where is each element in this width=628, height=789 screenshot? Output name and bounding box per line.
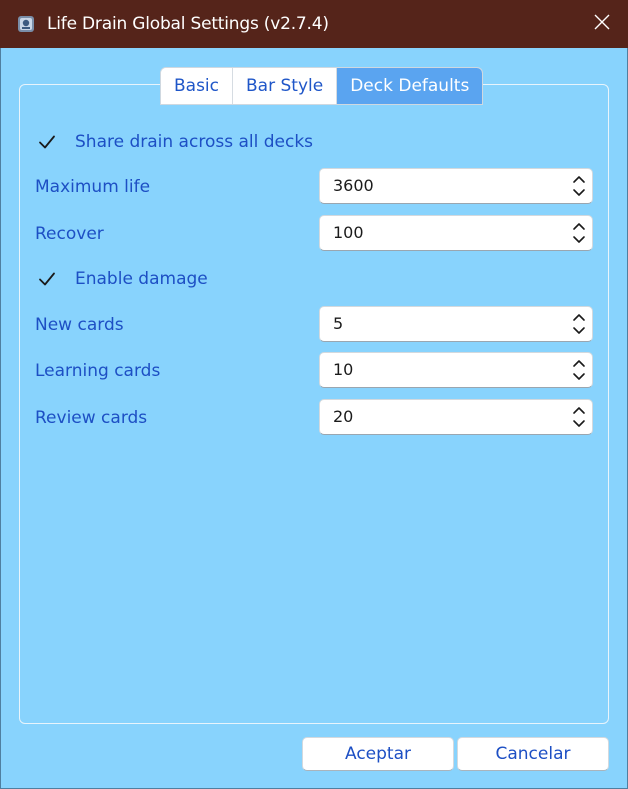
share-drain-checkbox[interactable]: Share drain across all decks [34, 128, 313, 156]
new-cards-value: 5 [333, 314, 344, 333]
new-cards-spinbox[interactable]: 5 [319, 306, 593, 342]
maximum-life-value: 3600 [333, 176, 374, 195]
spin-arrows-icon[interactable] [566, 216, 592, 250]
enable-damage-label: Enable damage [75, 269, 208, 289]
spin-arrows-icon[interactable] [566, 169, 592, 203]
window-title: Life Drain Global Settings (v2.7.4) [47, 14, 329, 34]
learning-cards-spinbox[interactable]: 10 [319, 352, 593, 388]
ok-button[interactable]: Aceptar [302, 737, 454, 771]
review-cards-value: 20 [333, 407, 354, 426]
recover-label: Recover [35, 224, 104, 244]
checkmark-icon [34, 129, 60, 155]
enable-damage-checkbox[interactable]: Enable damage [34, 265, 208, 293]
tab-bar-style[interactable]: Bar Style [233, 68, 338, 104]
spin-arrows-icon[interactable] [566, 353, 592, 387]
checkmark-icon [34, 266, 60, 292]
title-bar: Life Drain Global Settings (v2.7.4) [0, 0, 628, 48]
tab-basic[interactable]: Basic [161, 68, 234, 104]
spin-arrows-icon[interactable] [566, 307, 592, 341]
anki-app-icon [17, 15, 35, 33]
spin-arrows-icon[interactable] [566, 400, 592, 434]
close-icon [594, 14, 610, 34]
close-button[interactable] [586, 8, 618, 40]
maximum-life-label: Maximum life [35, 177, 151, 197]
learning-cards-label: Learning cards [35, 361, 161, 381]
review-cards-spinbox[interactable]: 20 [319, 399, 593, 435]
tab-deck-defaults[interactable]: Deck Defaults [337, 68, 483, 104]
learning-cards-value: 10 [333, 360, 354, 379]
tab-bar: Basic Bar Style Deck Defaults [160, 67, 484, 105]
cancel-button[interactable]: Cancelar [457, 737, 609, 771]
recover-value: 100 [333, 223, 364, 242]
share-drain-label: Share drain across all decks [75, 132, 314, 152]
maximum-life-spinbox[interactable]: 3600 [319, 168, 593, 204]
recover-spinbox[interactable]: 100 [319, 215, 593, 251]
new-cards-label: New cards [35, 315, 124, 335]
review-cards-label: Review cards [35, 408, 148, 428]
